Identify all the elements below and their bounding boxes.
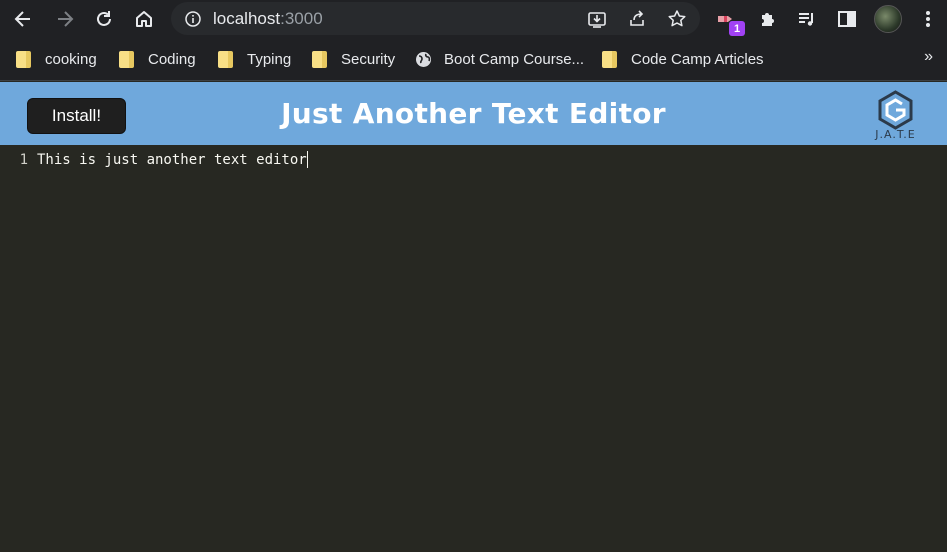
bookmark-label: Security xyxy=(341,50,396,68)
browser-toolbar: localhost:3000 1 xyxy=(0,0,947,38)
folder-icon xyxy=(312,50,327,68)
bookmark-label: Code Camp Articles xyxy=(631,50,764,68)
folder-icon xyxy=(16,50,31,68)
bookmark-typing[interactable]: Typing xyxy=(218,38,291,80)
bookmark-label: Coding xyxy=(148,50,196,68)
bookmark-boot-camp-course[interactable]: Boot Camp Course... xyxy=(415,38,584,80)
bookmark-security[interactable]: Security xyxy=(312,38,395,80)
line-text[interactable]: This is just another text editor xyxy=(37,150,308,170)
folder-icon xyxy=(218,50,233,68)
logo-text: J.A.T.E xyxy=(875,128,916,141)
bookmarks-bar: cooking Coding Typing Security Boot Camp… xyxy=(0,38,947,81)
page-title: Just Another Text Editor xyxy=(281,97,666,130)
bookmark-code-camp-articles[interactable]: Code Camp Articles xyxy=(602,38,764,80)
home-icon[interactable] xyxy=(132,0,156,38)
url-text: localhost:3000 xyxy=(213,9,323,29)
extension-badge: 1 xyxy=(729,21,745,36)
globe-icon xyxy=(415,51,432,68)
app-header: Just Another Text Editor Install! J.A.T.… xyxy=(0,82,947,145)
extensions-puzzle-icon[interactable] xyxy=(756,0,780,38)
line-content: This is just another text editor xyxy=(37,152,307,168)
menu-kebab-icon[interactable] xyxy=(918,0,938,38)
site-info-icon[interactable] xyxy=(183,2,203,35)
profile-avatar[interactable] xyxy=(874,5,902,33)
bookmark-label: Boot Camp Course... xyxy=(444,50,585,68)
bookmark-coding[interactable]: Coding xyxy=(119,38,196,80)
line-number: 1 xyxy=(19,152,28,168)
reading-list-icon[interactable] xyxy=(795,0,819,38)
bookmark-star-icon[interactable] xyxy=(665,2,689,35)
address-bar[interactable]: localhost:3000 xyxy=(171,2,700,35)
reload-icon[interactable] xyxy=(92,0,116,38)
share-icon[interactable] xyxy=(625,2,649,35)
bookmark-label: cooking xyxy=(45,50,97,68)
side-panel-icon[interactable] xyxy=(835,0,859,38)
text-cursor xyxy=(306,150,308,168)
install-app-icon[interactable] xyxy=(585,2,609,35)
folder-icon xyxy=(119,50,134,68)
url-host: localhost xyxy=(213,9,281,28)
url-port: :3000 xyxy=(280,9,323,28)
forward-arrow-icon[interactable] xyxy=(52,0,78,38)
bookmark-label: Typing xyxy=(247,50,292,68)
editor-line: 1 This is just another text editor xyxy=(0,150,308,170)
install-button[interactable]: Install! xyxy=(27,98,126,134)
folder-icon xyxy=(602,50,617,68)
back-arrow-icon[interactable] xyxy=(10,0,36,38)
code-editor[interactable]: 1 This is just another text editor xyxy=(0,145,947,552)
bookmark-cooking[interactable]: cooking xyxy=(16,38,97,80)
bookmarks-overflow-button[interactable]: » xyxy=(924,48,933,66)
